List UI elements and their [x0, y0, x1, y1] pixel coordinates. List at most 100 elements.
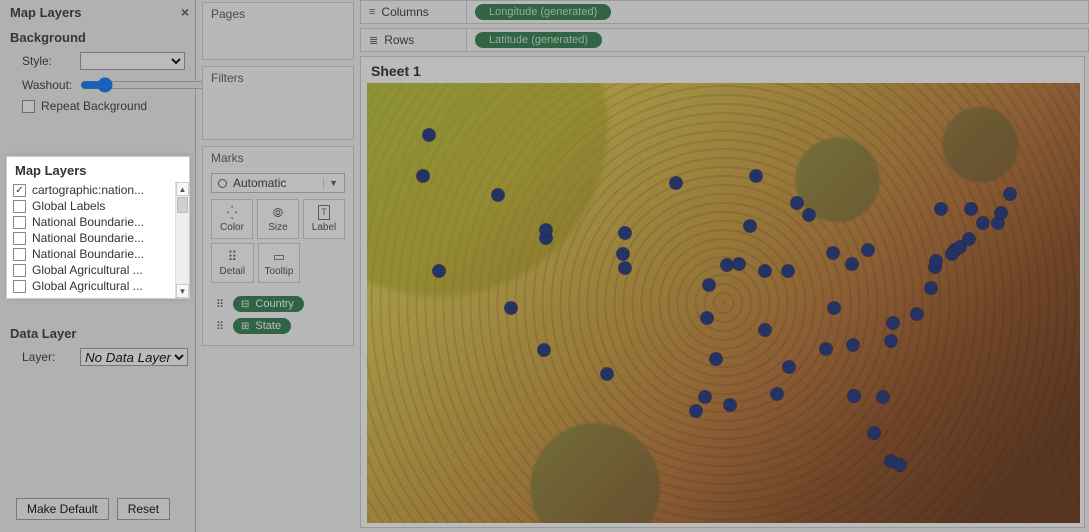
map-point[interactable]	[724, 398, 737, 411]
map-point[interactable]	[962, 233, 975, 246]
rows-shelf[interactable]: ≣Rows Latitude (generated)	[360, 28, 1089, 52]
columns-shelf[interactable]: ≡Columns Longitude (generated)	[360, 0, 1089, 24]
map-point[interactable]	[758, 324, 771, 337]
layer-checkbox[interactable]: ✓	[13, 184, 26, 197]
pill-country[interactable]: ⊟Country	[233, 296, 304, 312]
layer-label: Layer:	[22, 350, 74, 364]
map-point[interactable]	[884, 334, 897, 347]
data-layer-dropdown[interactable]: No Data Layer	[80, 348, 188, 366]
filters-card: Filters	[202, 66, 354, 140]
detail-button[interactable]: ⠿Detail	[211, 243, 254, 283]
map-point[interactable]	[600, 368, 613, 381]
map-point[interactable]	[911, 307, 924, 320]
map-point[interactable]	[867, 427, 880, 440]
pages-title: Pages	[203, 3, 353, 25]
layer-item[interactable]: Global Agricultural ...	[13, 278, 175, 294]
map-point[interactable]	[416, 169, 429, 182]
columns-pill[interactable]: Longitude (generated)	[475, 4, 611, 20]
map-point[interactable]	[977, 216, 990, 229]
detail-icon: ⠿	[211, 320, 229, 333]
map-point[interactable]	[930, 254, 943, 267]
reset-button[interactable]: Reset	[117, 498, 170, 520]
map-view[interactable]	[367, 83, 1080, 523]
layer-checkbox[interactable]	[13, 280, 26, 293]
sheet-title: Sheet 1	[361, 57, 1084, 81]
map-point[interactable]	[758, 265, 771, 278]
layer-checkbox[interactable]	[13, 248, 26, 261]
map-point[interactable]	[540, 224, 553, 237]
color-button[interactable]: ⁛Color	[211, 199, 253, 239]
map-point[interactable]	[783, 360, 796, 373]
map-point[interactable]	[619, 227, 632, 240]
map-point[interactable]	[782, 265, 795, 278]
scroll-up-icon[interactable]: ▲	[176, 182, 189, 196]
map-point[interactable]	[924, 281, 937, 294]
map-point[interactable]	[994, 207, 1007, 220]
map-point[interactable]	[803, 209, 816, 222]
scroll-thumb[interactable]	[177, 197, 188, 213]
data-layer-heading: Data Layer	[0, 320, 195, 345]
layer-item[interactable]: Global Labels	[13, 198, 175, 214]
map-point[interactable]	[1003, 187, 1016, 200]
map-point[interactable]	[886, 316, 899, 329]
map-point[interactable]	[893, 459, 906, 472]
map-point[interactable]	[819, 342, 832, 355]
map-point[interactable]	[744, 219, 757, 232]
map-point[interactable]	[749, 169, 762, 182]
map-point[interactable]	[876, 391, 889, 404]
map-point[interactable]	[689, 404, 702, 417]
panel-title: Map Layers	[10, 5, 82, 20]
mark-type-dropdown[interactable]: Automatic ▼	[211, 173, 345, 193]
chevron-down-icon: ▼	[323, 178, 338, 188]
style-dropdown[interactable]	[80, 52, 185, 70]
map-point[interactable]	[720, 259, 733, 272]
layer-item[interactable]: National Boundarie...	[13, 246, 175, 262]
layer-checkbox[interactable]	[13, 264, 26, 277]
washout-label: Washout:	[22, 78, 74, 92]
map-point[interactable]	[538, 344, 551, 357]
make-default-button[interactable]: Make Default	[16, 498, 109, 520]
map-point[interactable]	[934, 202, 947, 215]
layer-item[interactable]: National Boundarie...	[13, 230, 175, 246]
layer-item[interactable]: National Boundarie...	[13, 214, 175, 230]
map-point[interactable]	[433, 265, 446, 278]
close-icon[interactable]: ×	[181, 4, 189, 20]
columns-icon: ≡	[369, 6, 375, 18]
map-point[interactable]	[504, 301, 517, 314]
map-point[interactable]	[733, 257, 746, 270]
sheet-area: Sheet 1	[360, 56, 1085, 528]
scroll-down-icon[interactable]: ▼	[176, 284, 189, 298]
map-point[interactable]	[703, 278, 716, 291]
layer-scrollbar[interactable]: ▲ ▼	[175, 182, 189, 298]
label-button[interactable]: TLabel	[303, 199, 345, 239]
map-point[interactable]	[700, 312, 713, 325]
washout-slider[interactable]	[80, 77, 209, 93]
pill-state[interactable]: ⊞State	[233, 318, 291, 334]
map-point[interactable]	[862, 243, 875, 256]
rows-icon: ≣	[369, 34, 378, 47]
layer-checkbox[interactable]	[13, 200, 26, 213]
map-point[interactable]	[423, 128, 436, 141]
layer-checkbox[interactable]	[13, 232, 26, 245]
map-point[interactable]	[791, 196, 804, 209]
map-point[interactable]	[964, 202, 977, 215]
repeat-bg-checkbox[interactable]	[22, 100, 35, 113]
rows-pill[interactable]: Latitude (generated)	[475, 32, 602, 48]
layer-checkbox[interactable]	[13, 216, 26, 229]
map-point[interactable]	[827, 301, 840, 314]
map-point[interactable]	[619, 262, 632, 275]
map-point[interactable]	[709, 353, 722, 366]
layer-item[interactable]: Global Agricultural ...	[13, 262, 175, 278]
map-point[interactable]	[770, 388, 783, 401]
map-point[interactable]	[847, 389, 860, 402]
layer-item[interactable]: ✓cartographic:nation...	[13, 182, 175, 198]
map-point[interactable]	[698, 391, 711, 404]
tooltip-button[interactable]: ▭Tooltip	[258, 243, 301, 283]
map-point[interactable]	[846, 339, 859, 352]
map-point[interactable]	[826, 246, 839, 259]
map-point[interactable]	[617, 248, 630, 261]
map-point[interactable]	[669, 177, 682, 190]
map-point[interactable]	[492, 189, 505, 202]
map-point[interactable]	[845, 257, 858, 270]
size-button[interactable]: ⦾Size	[257, 199, 299, 239]
